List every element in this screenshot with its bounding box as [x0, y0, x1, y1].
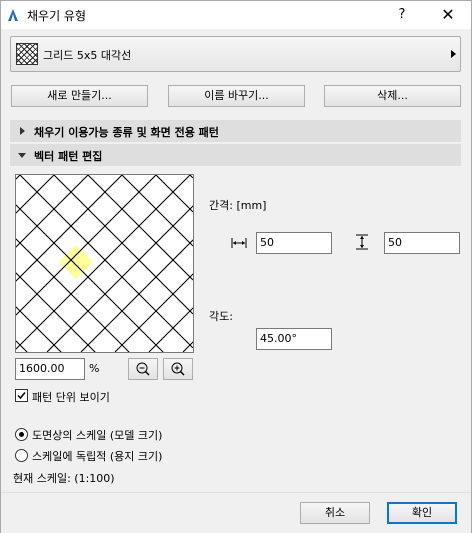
spacing-x-input[interactable]: 50: [256, 232, 332, 254]
radio-selected-dot: [19, 432, 24, 437]
angle-label: 각도:: [209, 310, 233, 323]
fill-type-dialog: 채우기 유형 ? ✕ 그리드 5x5 대각선 새로 만들기... 이름 바꾸기.…: [0, 0, 472, 533]
zoom-unit: %: [89, 362, 100, 375]
scale-paper-label: 스케일에 독립적 (용지 크기): [32, 450, 163, 463]
fill-type-value: 그리드 5x5 대각선: [43, 49, 132, 62]
zoom-input[interactable]: 1600.00: [15, 358, 85, 380]
close-button[interactable]: ✕: [431, 4, 465, 26]
vector-edit-section-label: 벡터 패턴 편집: [34, 150, 103, 163]
zoom-out-icon: [136, 362, 150, 376]
angle-input[interactable]: 45.00°: [256, 328, 332, 350]
delete-button[interactable]: 삭제...: [324, 85, 461, 107]
expand-arrow-icon: [20, 127, 25, 135]
cancel-button[interactable]: 취소: [300, 502, 370, 524]
dropdown-arrow-icon: [451, 50, 456, 58]
zoom-out-button[interactable]: [128, 358, 158, 380]
current-scale-text: 현재 스케일: (1:100): [13, 472, 115, 485]
scale-paper-radio[interactable]: [15, 449, 28, 462]
collapse-arrow-icon: [18, 153, 26, 158]
help-button[interactable]: ?: [387, 4, 417, 26]
horizontal-spacing-icon: [231, 238, 247, 248]
show-pattern-unit-checkbox[interactable]: [15, 389, 28, 402]
zoom-in-icon: [171, 362, 185, 376]
dialog-title: 채우기 유형: [27, 9, 87, 23]
scale-model-label: 도면상의 스케일 (모델 크기): [32, 429, 163, 442]
checkmark-icon: [17, 392, 26, 400]
pattern-preview[interactable]: [15, 174, 194, 353]
fill-swatch-icon: [16, 43, 38, 65]
availability-section-header[interactable]: 채우기 이용가능 종류 및 화면 전용 패턴: [10, 120, 461, 142]
app-icon: [8, 9, 18, 21]
pattern-grid: [16, 175, 193, 352]
zoom-in-button[interactable]: [163, 358, 193, 380]
fill-type-dropdown[interactable]: 그리드 5x5 대각선: [10, 36, 461, 72]
pattern-unit-highlight: [59, 245, 93, 279]
dialog-footer: 취소 확인: [1, 492, 471, 533]
title-bar: 채우기 유형 ? ✕: [1, 1, 471, 29]
scale-model-radio[interactable]: [15, 428, 28, 441]
availability-section-label: 채우기 이용가능 종류 및 화면 전용 패턴: [34, 126, 219, 139]
rename-button[interactable]: 이름 바꾸기...: [168, 85, 305, 107]
show-pattern-unit-label: 패턴 단위 보이기: [32, 391, 110, 404]
vector-edit-section-header[interactable]: 벡터 패턴 편집: [10, 144, 461, 166]
spacing-label: 간격: [mm]: [209, 199, 267, 212]
new-button[interactable]: 새로 만들기...: [11, 85, 148, 107]
ok-button[interactable]: 확인: [387, 502, 457, 524]
vertical-spacing-icon: [356, 234, 368, 250]
spacing-y-input[interactable]: 50: [384, 232, 460, 254]
